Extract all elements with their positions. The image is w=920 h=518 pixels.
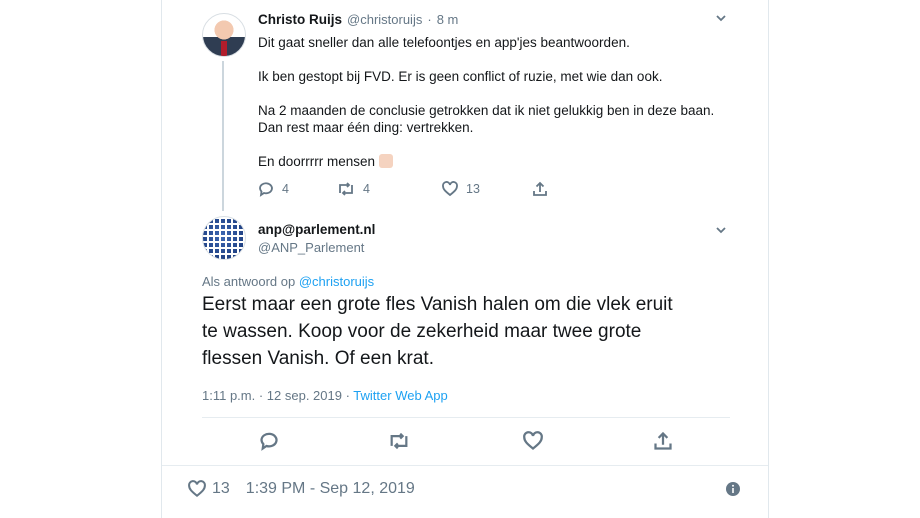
author-handle[interactable]: @christoruijs: [347, 12, 422, 27]
thumbs-up-emoji-icon: [379, 154, 394, 168]
avatar[interactable]: [202, 216, 246, 260]
like-button[interactable]: [523, 431, 543, 456]
tweet-line: En doorrrrr mensen: [258, 154, 376, 169]
chevron-down-icon[interactable]: [714, 223, 728, 242]
footer-timestamp[interactable]: 1:39 PM - Sep 12, 2019: [246, 480, 415, 498]
reply-count: 4: [282, 182, 289, 196]
tweet-line: flessen Vanish. Of een krat.: [202, 348, 434, 369]
tweet-line: Dit gaat sneller dan alle telefoontjes e…: [258, 35, 630, 50]
tweet-line: Dan rest maar één ding: vertrekken.: [258, 120, 474, 135]
tweet-timestamp[interactable]: 1:11 p.m. · 12 sep. 2019 ·: [202, 388, 350, 403]
like-button[interactable]: 13: [442, 181, 480, 197]
reply-context: Als antwoord op @christoruijs: [202, 274, 374, 289]
author-name[interactable]: Christo Ruijs: [258, 12, 342, 27]
reply-button[interactable]: 4: [258, 181, 289, 197]
heart-icon: [523, 431, 543, 450]
tweet-body: Eerst maar een grote fles Vanish halen o…: [202, 291, 742, 372]
tweet-line: Eerst maar een grote fles Vanish halen o…: [202, 294, 673, 315]
tweet-line: te wassen. Koop voor de zekerheid maar t…: [202, 321, 642, 342]
avatar[interactable]: [202, 13, 246, 57]
like-count: 13: [466, 182, 480, 196]
author-handle[interactable]: @ANP_Parlement: [258, 240, 375, 255]
reply-icon: [260, 432, 278, 451]
retweet-icon: [339, 182, 353, 196]
tweet-line: Ik ben gestopt bij FVD. Er is geen confl…: [258, 69, 663, 84]
chevron-down-icon[interactable]: [714, 11, 728, 30]
heart-icon: [442, 181, 458, 197]
tweet-header: anp@parlement.nl @ANP_Parlement: [258, 222, 375, 255]
reply-to-link[interactable]: @christoruijs: [299, 274, 374, 289]
thread-connector: [222, 61, 224, 211]
tweet-body: Dit gaat sneller dan alle telefoontjes e…: [258, 34, 748, 170]
tweet-meta: 1:11 p.m. · 12 sep. 2019 · Twitter Web A…: [202, 388, 448, 403]
tweet-header: Christo Ruijs @christoruijs · 8 m: [258, 12, 458, 27]
reply-button[interactable]: [259, 431, 279, 456]
heart-icon[interactable]: [188, 480, 206, 498]
share-icon: [533, 181, 547, 196]
divider: [202, 417, 730, 418]
separator-dot: ·: [427, 12, 432, 27]
author-name[interactable]: anp@parlement.nl: [258, 222, 375, 237]
retweet-icon: [390, 432, 408, 450]
tweet-card: Christo Ruijs @christoruijs · 8 m Dit ga…: [161, 0, 769, 518]
retweet-button[interactable]: [388, 431, 410, 456]
retweet-count: 4: [363, 182, 370, 196]
footer-bar: 13 1:39 PM - Sep 12, 2019: [188, 480, 415, 498]
reply-prefix: Als antwoord op: [202, 274, 296, 289]
tweet-source-link[interactable]: Twitter Web App: [353, 388, 447, 403]
share-button[interactable]: [653, 431, 673, 456]
info-icon[interactable]: [726, 482, 740, 501]
footer-like-count: 13: [212, 480, 230, 497]
share-button[interactable]: [532, 181, 548, 202]
tweet-line: Na 2 maanden de conclusie getrokken dat …: [258, 103, 715, 118]
retweet-button[interactable]: 4: [337, 181, 370, 197]
tweet-time[interactable]: 8 m: [437, 12, 459, 27]
divider: [162, 465, 768, 466]
share-icon: [654, 431, 672, 450]
reply-icon: [259, 182, 273, 197]
